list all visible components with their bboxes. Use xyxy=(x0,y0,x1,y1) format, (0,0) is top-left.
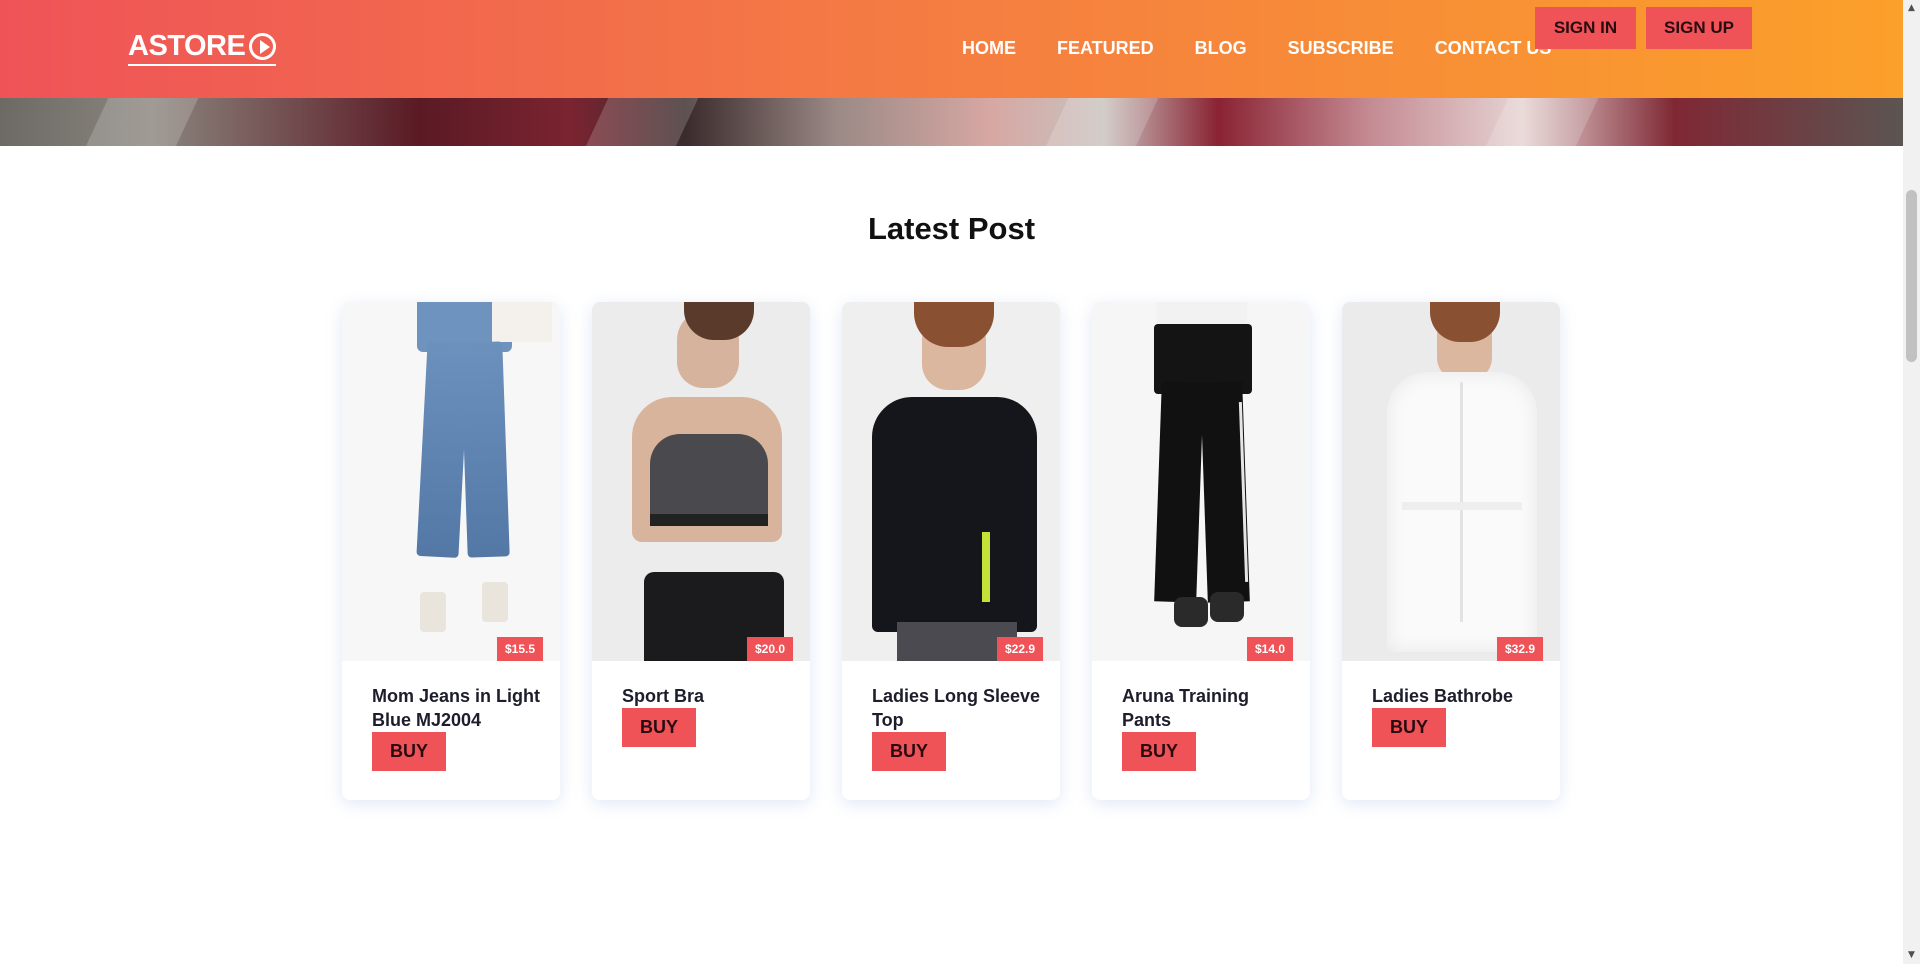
buy-button[interactable]: BUY xyxy=(372,732,446,771)
price-badge: $20.0 xyxy=(746,637,793,661)
product-name: Aruna Training Pants xyxy=(1122,686,1250,730)
site-header: ASTORE HOME FEATURED BLOG SUBSCRIBE CONT… xyxy=(0,0,1903,98)
product-image: $15.5 xyxy=(342,302,560,661)
product-image: $32.9 xyxy=(1342,302,1560,661)
sign-up-button[interactable]: SIGN UP xyxy=(1646,7,1752,49)
product-card[interactable]: $32.9 Ladies Bathrobe BUY xyxy=(1342,302,1560,800)
price-badge: $15.5 xyxy=(496,637,543,661)
product-name: Sport Bra xyxy=(622,686,705,706)
section-title: Latest Post xyxy=(867,211,1036,246)
play-icon xyxy=(249,33,277,60)
page: ASTORE HOME FEATURED BLOG SUBSCRIBE CONT… xyxy=(0,0,1920,964)
scroll-thumb[interactable] xyxy=(1906,190,1917,362)
product-image: $20.0 xyxy=(592,302,810,661)
buy-button[interactable]: BUY xyxy=(622,708,696,747)
product-image: $22.9 xyxy=(842,302,1060,661)
buy-button[interactable]: BUY xyxy=(1372,708,1446,747)
scrollbar[interactable]: ▲ ▼ xyxy=(1903,0,1920,964)
product-name: Mom Jeans in Light Blue MJ2004 xyxy=(372,686,541,730)
product-card[interactable]: $20.0 Sport Bra BUY xyxy=(592,302,810,800)
buy-button[interactable]: BUY xyxy=(872,732,946,771)
scroll-up-icon[interactable]: ▲ xyxy=(1903,0,1920,17)
nav-blog[interactable]: BLOG xyxy=(1195,38,1247,59)
product-name: Ladies Bathrobe xyxy=(1372,686,1514,706)
nav-subscribe[interactable]: SUBSCRIBE xyxy=(1288,38,1394,59)
product-list: $15.5 Mom Jeans in Light Blue MJ2004 BUY… xyxy=(342,302,1560,800)
product-name: Ladies Long Sleeve Top xyxy=(872,686,1041,730)
main-nav: HOME FEATURED BLOG SUBSCRIBE CONTACT US xyxy=(962,38,1592,59)
scroll-down-icon[interactable]: ▼ xyxy=(1903,947,1920,964)
price-badge: $22.9 xyxy=(996,637,1043,661)
logo[interactable]: ASTORE xyxy=(128,30,277,66)
product-card[interactable]: $14.0 Aruna Training Pants BUY xyxy=(1092,302,1310,800)
nav-home[interactable]: HOME xyxy=(962,38,1016,59)
logo-text: ASTORE xyxy=(128,30,246,62)
price-badge: $14.0 xyxy=(1246,637,1293,661)
product-card[interactable]: $15.5 Mom Jeans in Light Blue MJ2004 BUY xyxy=(342,302,560,800)
nav-featured[interactable]: FEATURED xyxy=(1057,38,1154,59)
buy-button[interactable]: BUY xyxy=(1122,732,1196,771)
sign-in-button[interactable]: SIGN IN xyxy=(1535,7,1636,49)
product-card[interactable]: $22.9 Ladies Long Sleeve Top BUY xyxy=(842,302,1060,800)
nav-contact-us[interactable]: CONTACT US xyxy=(1435,38,1552,59)
product-image: $14.0 xyxy=(1092,302,1310,661)
auth-buttons: SIGN IN SIGN UP xyxy=(1535,7,1752,49)
price-badge: $32.9 xyxy=(1496,637,1543,661)
